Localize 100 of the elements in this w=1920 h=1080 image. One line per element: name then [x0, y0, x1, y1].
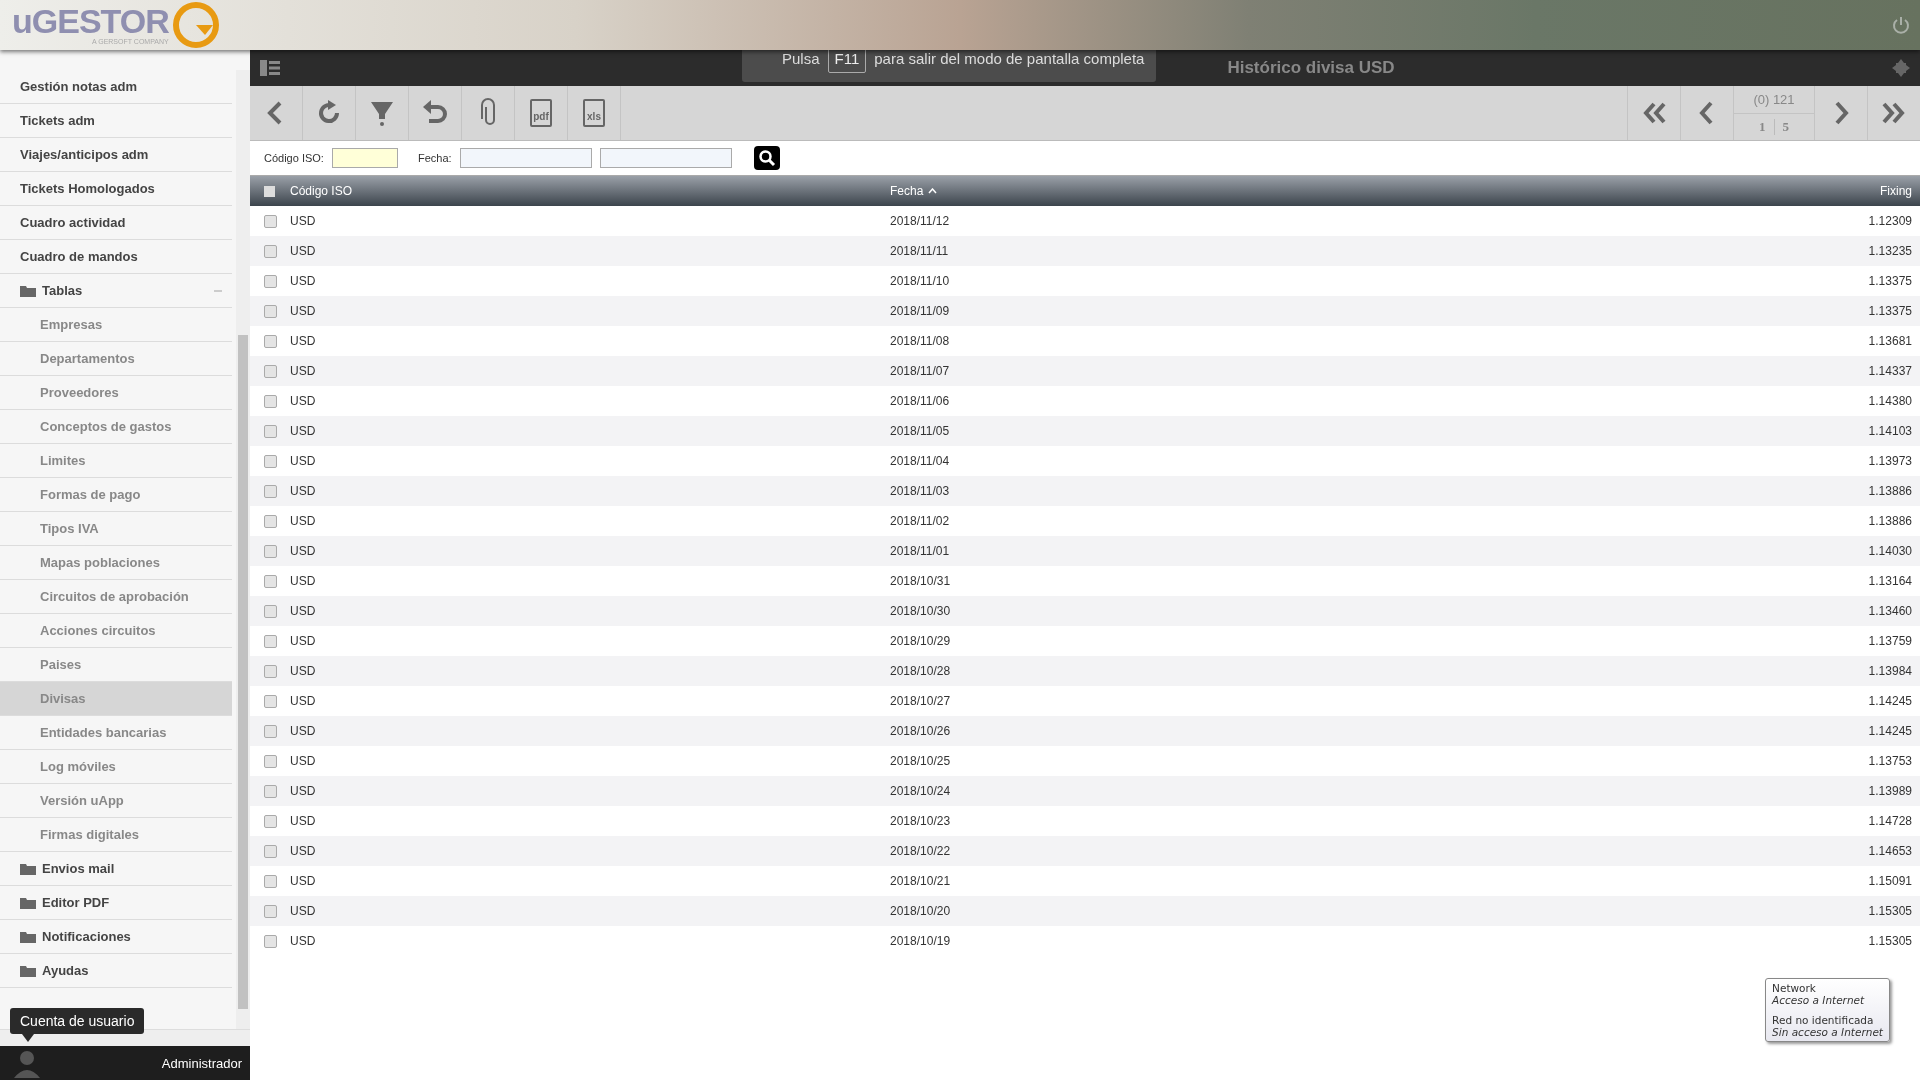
table-cell: 1.13759: [1868, 634, 1912, 648]
row-checkbox[interactable]: [264, 694, 277, 708]
tooltip: Cuenta de usuario: [10, 1008, 145, 1034]
table-cell-text: USD: [290, 454, 317, 468]
row-checkbox[interactable]: [264, 214, 277, 228]
row-checkbox[interactable]: [264, 724, 277, 738]
table-cell-text: USD: [290, 514, 317, 528]
table-cell-text: USD: [290, 904, 317, 918]
row-checkbox[interactable]: [264, 394, 277, 408]
sidebar-item[interactable]: Formas de pago: [0, 478, 232, 512]
sidebar-item[interactable]: Conceptos de gastos: [0, 410, 232, 444]
row-checkbox[interactable]: [264, 784, 277, 798]
table-cell-text: 2018/11/07: [890, 364, 951, 378]
table-cell-text: USD: [290, 604, 317, 618]
collapse-icon[interactable]: [214, 289, 222, 292]
table-cell: 1.14337: [1868, 364, 1912, 378]
table-cell-text: USD: [290, 364, 317, 378]
row-checkbox[interactable]: [264, 274, 277, 288]
column-header[interactable]: Fixing: [1880, 184, 1912, 198]
table-cell-text: USD: [290, 664, 317, 678]
table-cell-text: 2018/10/29: [890, 634, 952, 648]
user-name[interactable]: Administrador: [161, 1055, 242, 1071]
table-cell-text: 2018/10/30: [890, 604, 952, 618]
table-cell-text: 2018/10/28: [890, 664, 952, 678]
row-checkbox[interactable]: [264, 244, 277, 258]
sidebar-item[interactable]: Tickets adm: [0, 104, 232, 138]
move-icon[interactable]: [1892, 59, 1910, 77]
search-button[interactable]: [753, 146, 780, 170]
sidebar-item[interactable]: Cuadro de mandos: [0, 240, 232, 274]
filter-label: Código ISO:: [264, 152, 324, 164]
column-header[interactable]: Código ISO: [290, 184, 353, 198]
sidebar-folder[interactable]: Ayudas: [0, 954, 232, 988]
sidebar-item[interactable]: Mapas poblaciones: [0, 546, 232, 580]
row-checkbox[interactable]: [264, 844, 277, 858]
sidebar-item[interactable]: Limites: [0, 444, 232, 478]
table-cell: 1.14103: [1868, 424, 1912, 438]
sidebar-item[interactable]: Divisas: [0, 682, 232, 716]
table-cell-text: USD: [290, 544, 317, 558]
notice-text: para salir del modo de pantalla completa: [874, 49, 1145, 67]
sidebar-item[interactable]: Proveedores: [0, 376, 232, 410]
row-checkbox[interactable]: [264, 454, 277, 468]
row-checkbox[interactable]: [264, 544, 277, 558]
sidebar-folder[interactable]: Editor PDF: [0, 886, 232, 920]
table-cell-text: 2018/11/05: [890, 424, 951, 438]
scrollbar[interactable]: [236, 70, 250, 1029]
select-all-checkbox[interactable]: [264, 185, 275, 197]
table-cell: 1.15091: [1868, 874, 1912, 888]
row-checkbox[interactable]: [264, 874, 277, 888]
sidebar-item[interactable]: Firmas digitales: [0, 818, 232, 852]
date-from-field[interactable]: [459, 148, 592, 168]
sidebar-item[interactable]: Circuitos de aprobación: [0, 580, 232, 614]
table-cell: 1.14653: [1868, 844, 1912, 858]
date-to-field[interactable]: [599, 148, 732, 168]
table-cell-text: 2018/11/06: [890, 394, 951, 408]
table-cell-text: USD: [290, 874, 317, 888]
power-icon[interactable]: [1892, 16, 1910, 34]
row-checkbox[interactable]: [264, 424, 277, 438]
table-cell: 1.14030: [1868, 544, 1912, 558]
sidebar-item[interactable]: Cuadro actividad: [0, 206, 232, 240]
column-header[interactable]: Fecha: [890, 184, 924, 198]
table-cell: 1.15305: [1868, 934, 1912, 948]
sidebar-item[interactable]: Tipos IVA: [0, 512, 232, 546]
row-checkbox[interactable]: [264, 364, 277, 378]
sidebar-item[interactable]: Acciones circuitos: [0, 614, 232, 648]
sidebar-folder[interactable]: Tablas: [0, 274, 232, 308]
sidebar-item[interactable]: Tickets Homologados: [0, 172, 232, 206]
row-checkbox[interactable]: [264, 754, 277, 768]
row-checkbox[interactable]: [264, 574, 277, 588]
row-checkbox[interactable]: [264, 604, 277, 618]
sidebar-item[interactable]: Entidades bancarias: [0, 716, 232, 750]
row-checkbox[interactable]: [264, 514, 277, 528]
sidebar-item[interactable]: Departamentos: [0, 342, 232, 376]
sidebar-item[interactable]: Versión uApp: [0, 784, 232, 818]
page-total: 5: [1782, 119, 1789, 135]
table-cell-text: USD: [290, 934, 317, 948]
sidebar-item[interactable]: Gestión notas adm: [0, 70, 232, 104]
sidebar-item[interactable]: Empresas: [0, 308, 232, 342]
row-checkbox[interactable]: [264, 814, 277, 828]
tooltip-text: Acceso a Internet: [1772, 994, 1866, 1006]
row-checkbox[interactable]: [264, 334, 277, 348]
sidebar-item[interactable]: Viajes/anticipos adm: [0, 138, 232, 172]
row-checkbox[interactable]: [264, 934, 277, 948]
code-field[interactable]: [331, 148, 398, 168]
avatar-icon[interactable]: [12, 1048, 42, 1078]
sidebar-toggle-icon[interactable]: [260, 60, 280, 76]
table-cell-text: 2018/10/31: [890, 574, 952, 588]
table-cell: 1.14245: [1868, 694, 1912, 708]
sidebar-folder[interactable]: Envios mail: [0, 852, 232, 886]
table-cell-text: USD: [290, 274, 317, 288]
row-checkbox[interactable]: [264, 634, 277, 648]
row-checkbox[interactable]: [264, 904, 277, 918]
table-cell: 1.14728: [1868, 814, 1912, 828]
table-cell: 1.13753: [1868, 754, 1912, 768]
tooltip-text: Red no identificada: [1772, 1014, 1875, 1026]
row-checkbox[interactable]: [264, 664, 277, 678]
row-checkbox[interactable]: [264, 484, 277, 498]
sidebar-item[interactable]: Log móviles: [0, 750, 232, 784]
sidebar-folder[interactable]: Notificaciones: [0, 920, 232, 954]
table-cell-text: USD: [290, 304, 317, 318]
row-checkbox[interactable]: [264, 304, 277, 318]
